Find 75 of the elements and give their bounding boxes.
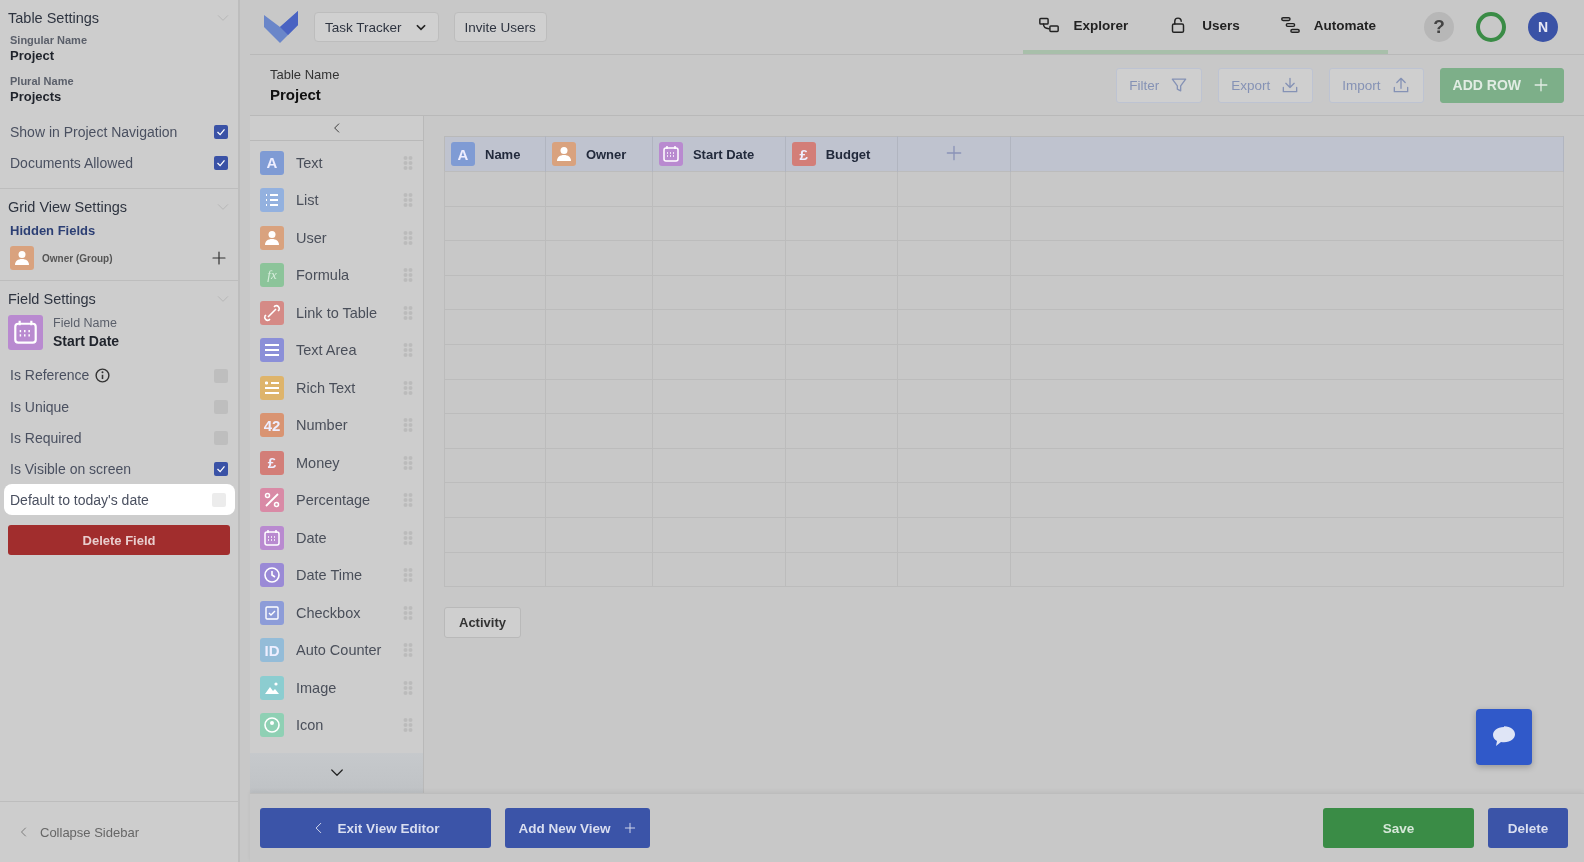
field-type-item[interactable]: User (296, 229, 391, 246)
field-type-icon: fx (260, 263, 284, 288)
field-value: Start Date (53, 333, 120, 349)
setting-row[interactable]: Is Reference (8, 360, 230, 391)
setting-row[interactable]: Is Required (8, 422, 230, 453)
field-type-item[interactable]: Money (296, 454, 391, 471)
field-type-item[interactable]: Text Area (296, 342, 391, 359)
checkbox[interactable] (214, 155, 228, 170)
field-type-item[interactable]: Link to Table (296, 304, 391, 321)
delete-field-button[interactable]: Delete Field (8, 525, 230, 555)
field-type-icon: 42 (260, 413, 284, 438)
help-button[interactable]: ? (1424, 12, 1454, 42)
invite-users-button[interactable]: Invite Users (453, 12, 547, 42)
field-type-item[interactable]: Date Time (296, 567, 391, 584)
field-type-icon: A (260, 150, 284, 175)
setting-label: Is Unique (10, 398, 70, 415)
field-label: Singular Name (10, 34, 89, 46)
field-type-item[interactable]: List (296, 192, 391, 209)
activity-button[interactable]: Activity (444, 607, 521, 639)
setting-row[interactable]: Is Unique (8, 391, 230, 422)
info-icon[interactable] (94, 367, 112, 385)
logo-icon[interactable] (262, 9, 300, 45)
collapse-sidebar-button[interactable]: Collapse Sidebar (18, 824, 139, 840)
field-type-item[interactable]: Text (296, 154, 391, 171)
field-type-item[interactable]: Percentage (296, 492, 391, 509)
plus-icon (622, 821, 637, 835)
setting-label: Show in Project Navigation (10, 123, 178, 140)
field-type-item[interactable]: Rich Text (296, 379, 391, 396)
delete-button[interactable]: Delete (1488, 808, 1568, 848)
field-type-icon: A (451, 142, 475, 166)
user-avatar[interactable]: N (1528, 12, 1558, 42)
section-title: Table Settings (8, 10, 100, 26)
save-button[interactable]: Save (1323, 808, 1474, 848)
field-type-icon: £ (791, 142, 816, 166)
setting-row[interactable]: Is Visible on screen (8, 453, 230, 484)
field-type-item[interactable]: Auto Counter (296, 642, 391, 659)
field-type-item[interactable]: Date (296, 529, 391, 546)
nav-tab[interactable]: Explorer (1035, 14, 1129, 36)
setting-label: Is Visible on screen (10, 460, 132, 477)
add-icon[interactable] (210, 249, 228, 267)
setting-label: Is Required (10, 429, 82, 446)
column-header[interactable]: Start Date (652, 136, 786, 172)
column-header[interactable]: Owner (545, 136, 653, 172)
column-header[interactable]: £ Budget (785, 136, 898, 172)
nav-tab[interactable]: Users (1164, 14, 1240, 36)
section-title: Field Settings (8, 291, 96, 307)
hidden-field[interactable]: Owner (Group) (42, 252, 202, 264)
setting-label: Is Reference (10, 366, 112, 385)
column-header[interactable]: A Name (444, 136, 546, 172)
table-name: Project (270, 86, 322, 103)
field-value: Projects (10, 89, 63, 104)
field-type-item[interactable]: Checkbox (296, 604, 391, 621)
nav-tab[interactable]: Automate (1275, 14, 1376, 36)
exit-view-editor-button[interactable]: Exit View Editor (260, 808, 491, 848)
field-type-icon: ID (260, 638, 284, 663)
field-value: Project (10, 48, 56, 63)
hidden-fields-label: Hidden Fields (10, 223, 97, 238)
checkbox[interactable] (214, 461, 228, 476)
field-type-item[interactable]: Number (296, 417, 391, 434)
checkbox[interactable] (214, 124, 228, 139)
section-title: Grid View Settings (8, 199, 127, 215)
field-label: Plural Name (10, 75, 75, 87)
setting-row[interactable]: Default to today's date (4, 484, 235, 515)
field-type-item[interactable]: Image (296, 679, 391, 696)
project-dropdown[interactable]: Task Tracker (314, 12, 439, 42)
status-ring-icon[interactable] (1476, 12, 1506, 42)
add-new-view-button[interactable]: Add New View (505, 808, 650, 848)
table-name-label: Table Name (270, 67, 340, 82)
field-label: Field Name (53, 316, 118, 330)
field-type-item[interactable]: Icon (296, 717, 391, 734)
field-type-icon: £ (260, 450, 284, 475)
setting-label: Documents Allowed (10, 154, 133, 171)
setting-label: Default to today's date (10, 491, 149, 508)
chat-button[interactable] (1476, 709, 1532, 765)
field-type-item[interactable]: Formula (296, 267, 391, 284)
